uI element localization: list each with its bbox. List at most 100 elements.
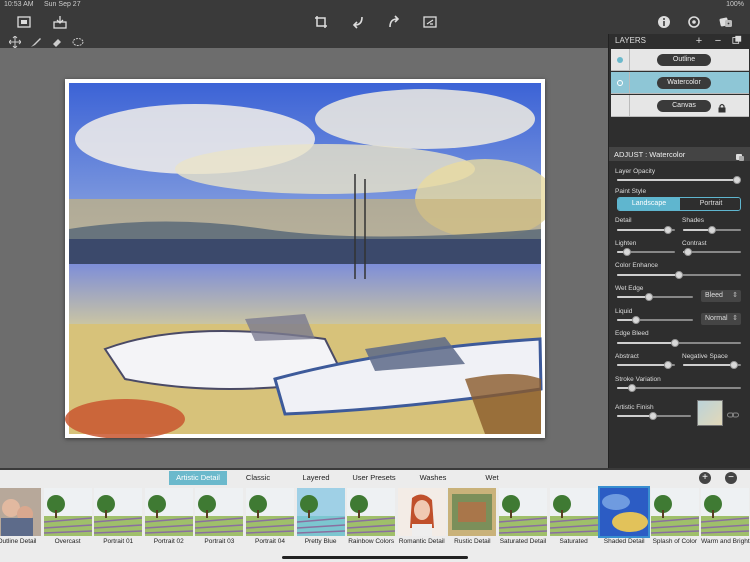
preset-label: Portrait 02 bbox=[153, 538, 184, 545]
tab-user-presets[interactable]: User Presets bbox=[348, 471, 400, 485]
stroke-variation-slider[interactable] bbox=[617, 384, 741, 392]
lighten-slider[interactable] bbox=[617, 248, 675, 256]
preset-item[interactable]: Portrait 01 bbox=[94, 488, 143, 548]
status-bar: 10:53 AM Sun Sep 27 100% bbox=[0, 0, 750, 10]
layer-visibility-icon[interactable] bbox=[617, 80, 623, 86]
compare-icon[interactable] bbox=[422, 14, 438, 30]
shades-label: Shades bbox=[682, 217, 705, 224]
preset-item[interactable]: Splash of Color bbox=[650, 488, 699, 548]
info-icon[interactable] bbox=[656, 14, 672, 30]
paint-style-toggle[interactable]: Landscape Portrait bbox=[617, 197, 741, 211]
remove-preset-icon[interactable]: − bbox=[725, 472, 737, 484]
preset-thumbnail bbox=[397, 488, 446, 536]
lasso-tool-icon[interactable] bbox=[72, 35, 84, 47]
slider-knob[interactable] bbox=[664, 361, 673, 369]
preset-item[interactable]: Shaded Detail bbox=[598, 486, 651, 548]
paint-style-portrait[interactable]: Portrait bbox=[680, 198, 740, 210]
import-icon[interactable] bbox=[52, 14, 68, 30]
tab-layered[interactable]: Layered bbox=[294, 471, 338, 485]
crop-icon[interactable] bbox=[313, 14, 329, 30]
settings-icon[interactable] bbox=[686, 14, 702, 30]
tab-classic[interactable]: Classic bbox=[236, 471, 280, 485]
preset-label: Shaded Detail bbox=[603, 538, 645, 545]
slider-knob[interactable] bbox=[683, 248, 692, 256]
slider-knob[interactable] bbox=[733, 176, 742, 184]
slider-knob[interactable] bbox=[623, 248, 632, 256]
slider-knob[interactable] bbox=[632, 316, 640, 324]
duplicate-layer-icon[interactable] bbox=[731, 35, 743, 47]
updown-chevron-icon: ⇕ bbox=[732, 292, 738, 299]
slider-knob[interactable] bbox=[627, 384, 636, 392]
lock-icon[interactable] bbox=[717, 100, 727, 113]
slider-knob[interactable] bbox=[730, 361, 739, 369]
slider-fill bbox=[683, 364, 735, 366]
updown-chevron-icon: ⇕ bbox=[732, 315, 738, 322]
paint-style-landscape[interactable]: Landscape bbox=[618, 198, 680, 210]
preset-item[interactable]: Warm and Bright bbox=[701, 488, 750, 548]
canvas-area[interactable] bbox=[0, 48, 608, 468]
tab-wet[interactable]: Wet bbox=[474, 471, 510, 485]
preset-thumbnail bbox=[195, 488, 244, 536]
edge-bleed-slider[interactable] bbox=[617, 339, 741, 347]
slider-knob[interactable] bbox=[675, 271, 683, 279]
slider-knob[interactable] bbox=[648, 412, 657, 420]
layer-visibility-icon[interactable] bbox=[617, 57, 623, 63]
preset-item[interactable]: Rainbow Colors bbox=[347, 488, 396, 548]
layer-opacity-slider[interactable] bbox=[617, 176, 742, 184]
dice-icon[interactable] bbox=[735, 149, 745, 161]
shades-slider[interactable] bbox=[683, 226, 741, 234]
preset-item[interactable]: Portrait 04 bbox=[246, 488, 294, 548]
detail-slider[interactable] bbox=[617, 226, 675, 234]
preset-item[interactable]: Romantic Detail bbox=[397, 488, 446, 548]
artistic-finish-slider[interactable] bbox=[617, 412, 691, 420]
liquid-slider[interactable] bbox=[617, 316, 693, 324]
slider-knob[interactable] bbox=[708, 226, 716, 234]
slider-knob[interactable] bbox=[644, 293, 653, 301]
color-enhance-slider[interactable] bbox=[617, 271, 741, 279]
tab-artistic-detail[interactable]: Artistic Detail bbox=[169, 471, 227, 485]
wet-edge-mode-value: Bleed bbox=[705, 292, 723, 299]
eraser-tool-icon[interactable] bbox=[51, 35, 63, 47]
slider-track bbox=[683, 251, 741, 253]
preset-item[interactable]: Overcast bbox=[43, 488, 92, 548]
wet-edge-slider[interactable] bbox=[617, 293, 693, 301]
layer-name: Outline bbox=[657, 54, 711, 66]
preset-item[interactable]: Rustic Detail bbox=[448, 488, 497, 548]
watercolor-image[interactable] bbox=[65, 79, 545, 438]
negative-space-label: Negative Space bbox=[682, 353, 728, 360]
home-indicator[interactable] bbox=[282, 556, 468, 559]
preset-label: Saturated bbox=[559, 538, 588, 545]
contrast-slider[interactable] bbox=[683, 248, 741, 256]
brush-tool-icon[interactable] bbox=[30, 35, 42, 47]
layer-row-watercolor[interactable]: Watercolor bbox=[611, 72, 749, 94]
preset-item[interactable]: Pretty Blue bbox=[296, 488, 345, 548]
wet-edge-mode-select[interactable]: Bleed ⇕ bbox=[701, 290, 741, 302]
slider-knob[interactable] bbox=[664, 226, 673, 234]
link-icon[interactable] bbox=[727, 407, 739, 418]
negative-space-slider[interactable] bbox=[683, 361, 741, 369]
preset-item[interactable]: Portrait 03 bbox=[195, 488, 244, 548]
layer-row-outline[interactable]: Outline bbox=[611, 49, 749, 71]
abstract-slider[interactable] bbox=[617, 361, 675, 369]
layer-divider bbox=[629, 72, 630, 94]
liquid-mode-select[interactable]: Normal ⇕ bbox=[701, 313, 741, 325]
preset-item[interactable]: Portrait 02 bbox=[144, 488, 193, 548]
slider-fill bbox=[617, 415, 653, 417]
preset-item[interactable]: Saturated bbox=[549, 488, 598, 548]
redo-icon[interactable] bbox=[386, 14, 402, 30]
undo-icon[interactable] bbox=[350, 14, 366, 30]
gallery-icon[interactable] bbox=[16, 14, 32, 30]
add-layer-icon[interactable]: + bbox=[693, 35, 705, 47]
layer-row-canvas[interactable]: Canvas bbox=[611, 95, 749, 117]
preset-label: Romantic Detail bbox=[398, 538, 445, 545]
preset-item[interactable]: Outline Detail bbox=[0, 488, 41, 548]
dice-icon[interactable] bbox=[718, 14, 734, 30]
slider-knob[interactable] bbox=[671, 339, 680, 347]
add-preset-icon[interactable]: + bbox=[699, 472, 711, 484]
tab-washes[interactable]: Washes bbox=[412, 471, 454, 485]
preset-thumbnail bbox=[296, 488, 345, 536]
artistic-finish-texture[interactable] bbox=[697, 400, 723, 426]
move-tool-icon[interactable] bbox=[8, 35, 22, 49]
preset-item[interactable]: Saturated Detail bbox=[499, 488, 547, 548]
remove-layer-icon[interactable]: − bbox=[712, 35, 724, 47]
